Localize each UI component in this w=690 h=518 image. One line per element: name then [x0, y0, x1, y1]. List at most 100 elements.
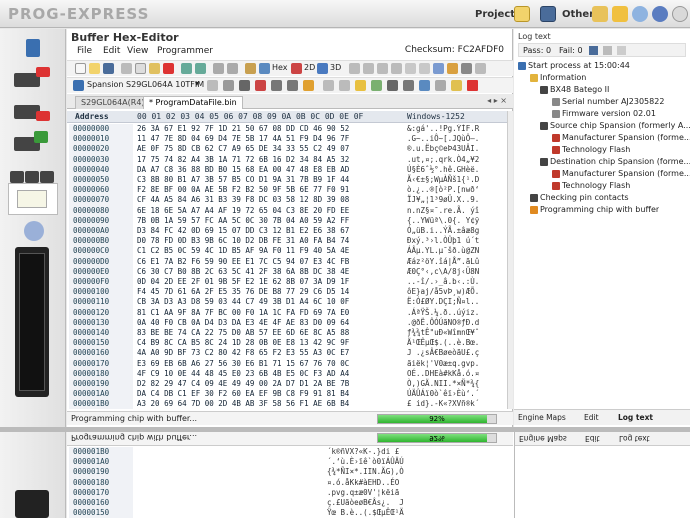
chevron-down-icon[interactable]: ▾ — [195, 79, 199, 88]
log-node[interactable]: Manufacturer Spansion (forme... — [552, 133, 690, 142]
stop-icon[interactable] — [467, 80, 478, 91]
tools-icon[interactable] — [461, 63, 472, 74]
tab-program-data-file[interactable]: * ProgramDataFile.bin — [143, 96, 243, 109]
cut-icon[interactable] — [121, 63, 132, 74]
lock-icon[interactable] — [403, 80, 414, 91]
log-node[interactable]: Firmware version 02.01 — [552, 109, 656, 118]
plug-icon[interactable] — [239, 80, 250, 91]
address-column-header: Address — [75, 112, 109, 121]
zoom-in-icon[interactable] — [363, 63, 374, 74]
hex-view-icon[interactable] — [259, 63, 270, 74]
export-icon[interactable] — [447, 63, 458, 74]
close-app-icon[interactable] — [672, 6, 688, 22]
log-node[interactable]: Start process at 15:00:44 — [518, 61, 630, 70]
graph-3d-icon[interactable] — [317, 63, 328, 74]
sidebar-verify-chip-button[interactable] — [8, 129, 58, 161]
log-node[interactable]: Technology Flash — [552, 145, 630, 154]
sidebar-read-chip-button[interactable] — [8, 65, 58, 97]
tab-log-text[interactable]: Log text — [618, 413, 653, 422]
view-2d-label[interactable]: 2D — [304, 63, 315, 72]
shield-icon[interactable] — [371, 80, 382, 91]
settings-icon[interactable] — [207, 80, 218, 91]
save-icon[interactable] — [103, 63, 114, 74]
tabs-scroll-close-icon[interactable]: ◂ ▸ × — [487, 96, 507, 105]
project-menu-label[interactable]: Project — [475, 9, 515, 20]
new-file-icon[interactable] — [75, 63, 86, 74]
save-project-icon[interactable] — [540, 6, 556, 22]
log-node-label: Destination chip Spansion (forme... — [550, 157, 690, 166]
device-selector[interactable]: Spansion S29GL064A 10TFIM — [87, 80, 204, 89]
hex-vertical-scrollbar[interactable] — [507, 111, 513, 409]
delete-icon[interactable] — [163, 63, 174, 74]
open-project-icon[interactable] — [514, 6, 530, 22]
erase-icon[interactable] — [255, 80, 266, 91]
bytes-column[interactable]: 26 3A 67 E1 92 7F 1D 21 50 67 08 DD CD 4… — [137, 124, 407, 409]
copy-log-icon[interactable] — [617, 46, 626, 55]
log-node[interactable]: Manufacturer Spansion (forme... — [552, 169, 690, 178]
tab-device-buffer[interactable]: S29GL064A(R4) — [75, 96, 151, 109]
hex-row-address: 000000B0 — [73, 236, 110, 246]
copy-icon[interactable] — [135, 63, 146, 74]
hex-row-address: 00000070 — [73, 195, 110, 205]
paste-icon[interactable] — [149, 63, 160, 74]
sidebar-open-button[interactable] — [8, 33, 58, 65]
fill-icon[interactable] — [245, 63, 256, 74]
open-file-icon[interactable] — [89, 63, 100, 74]
clear-log-icon[interactable] — [603, 46, 612, 55]
goto-icon[interactable] — [227, 63, 238, 74]
hex-view-label[interactable]: Hex — [272, 63, 288, 72]
blank-check-icon[interactable] — [323, 80, 334, 91]
write-icon[interactable] — [287, 80, 298, 91]
menu-view[interactable]: View — [127, 46, 148, 56]
menu-programmer[interactable]: Programmer — [157, 46, 213, 56]
log-node[interactable]: Destination chip Spansion (forme... — [540, 157, 690, 166]
undo-icon[interactable] — [181, 63, 192, 74]
ascii-column[interactable]: &:gá'..!Pg.ÝÍF.R .G~..iÔ~[.JQùÔ–. ®.u.Ëbç©… — [407, 124, 505, 409]
redo-icon[interactable] — [195, 63, 206, 74]
view-3d-label[interactable]: 3D — [330, 63, 341, 72]
log-node[interactable]: Serial number AJ2305822 — [552, 97, 664, 106]
search-icon[interactable] — [475, 63, 486, 74]
options-icon[interactable] — [391, 63, 402, 74]
chip-select-icon[interactable] — [73, 80, 84, 91]
log-node[interactable]: Source chip Spansion (formerly A... — [540, 121, 690, 130]
socket-pins — [19, 253, 45, 391]
tab-engine-maps[interactable]: Engine Maps — [518, 413, 566, 422]
print-icon[interactable] — [405, 63, 416, 74]
folder-lock-icon[interactable] — [592, 6, 608, 22]
calculator-icon[interactable] — [419, 63, 430, 74]
chip-icon[interactable] — [387, 80, 398, 91]
log-node[interactable]: BX48 Batego II — [540, 85, 609, 94]
sidebar-edit-buffer-button[interactable] — [8, 183, 58, 215]
log-node[interactable]: Technology Flash — [552, 181, 630, 190]
log-node[interactable]: Programming chip with buffer — [530, 205, 659, 214]
sidebar-debug-button[interactable] — [8, 217, 58, 249]
menu-edit[interactable]: Edit — [103, 46, 120, 56]
save-log-icon[interactable] — [589, 46, 598, 55]
id-icon[interactable] — [435, 80, 446, 91]
compare-icon[interactable] — [433, 63, 444, 74]
verify-icon[interactable] — [339, 80, 350, 91]
other-menu-label[interactable]: Other — [562, 9, 594, 20]
find-icon[interactable] — [213, 63, 224, 74]
shield-check-icon[interactable] — [451, 80, 462, 91]
zoom-out-icon[interactable] — [377, 63, 388, 74]
unlock-icon[interactable] — [419, 80, 430, 91]
warning-icon[interactable] — [303, 80, 314, 91]
protect-icon[interactable] — [355, 80, 366, 91]
offset-column-header: 00 01 02 03 04 05 06 07 08 09 0A 0B 0C 0… — [137, 112, 364, 121]
info-icon[interactable] — [632, 6, 648, 22]
hex-dump[interactable]: 00000000 00000010 00000020 00000030 00000040… — [67, 124, 507, 409]
hex-row-bytes: 6E 18 6E 5A A7 A4 AF 19 72 65 04 C3 8E 2… — [137, 205, 350, 215]
tab-edit[interactable]: Edit — [584, 413, 599, 422]
log-node[interactable]: Checking pin contacts — [530, 193, 629, 202]
help-icon[interactable] — [652, 6, 668, 22]
zoom-icon[interactable] — [349, 63, 360, 74]
graph-2d-icon[interactable] — [291, 63, 302, 74]
wrench-icon[interactable] — [223, 80, 234, 91]
log-node[interactable]: Information — [530, 73, 586, 82]
menu-file[interactable]: File — [77, 46, 92, 56]
read-icon[interactable] — [271, 80, 282, 91]
settings-wrench-icon[interactable] — [612, 6, 628, 22]
sidebar-write-chip-button[interactable] — [8, 97, 58, 129]
